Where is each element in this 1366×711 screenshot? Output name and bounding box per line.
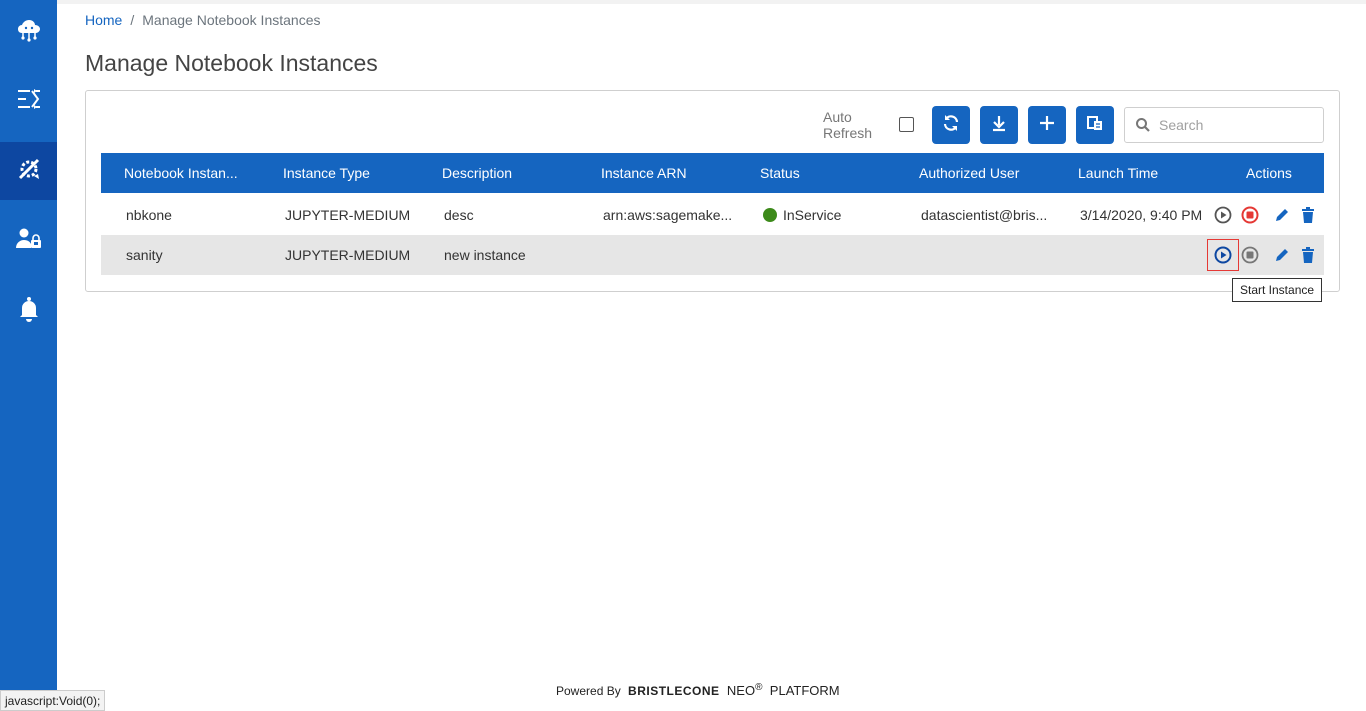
column-header-notebook-instance[interactable]: Notebook Instan...: [124, 165, 238, 181]
edit-instance-button[interactable]: [1272, 245, 1292, 265]
sidebar-item-notebooks[interactable]: [0, 142, 57, 200]
breadcrumb-current: Manage Notebook Instances: [142, 12, 321, 28]
footer-platform: PLATFORM: [769, 683, 840, 698]
user-lock-icon: [15, 226, 43, 257]
sidebar-item-cloud[interactable]: [0, 4, 57, 62]
cloud-network-icon: [15, 17, 43, 50]
cell-name: nbkone: [126, 207, 172, 223]
trash-icon: [1301, 207, 1315, 223]
auto-refresh-label-line2: Refresh: [823, 125, 873, 141]
auto-refresh-label-line1: Auto: [823, 109, 852, 125]
column-header-instance-type[interactable]: Instance Type: [283, 165, 370, 181]
cell-launch-time: 3/14/2020, 9:40 PM: [1080, 207, 1203, 223]
cell-name: sanity: [126, 247, 163, 263]
breadcrumb: Home / Manage Notebook Instances: [85, 12, 320, 28]
footer-powered-by: Powered By: [556, 684, 621, 698]
copy-button[interactable]: [1076, 106, 1114, 144]
add-icon: [1038, 114, 1056, 137]
refresh-button[interactable]: [932, 106, 970, 144]
table-row: sanity JUPYTER-MEDIUM new instance: [101, 235, 1324, 275]
auto-refresh-label: Auto Refresh: [823, 109, 872, 141]
shuffle-list-icon: [16, 87, 42, 116]
sidebar-item-notifications[interactable]: [0, 282, 57, 340]
breadcrumb-home-link[interactable]: Home: [85, 12, 122, 28]
instances-card: Auto Refresh Notebook Instan... Instance…: [85, 90, 1340, 292]
page-title: Manage Notebook Instances: [85, 50, 378, 76]
start-instance-button[interactable]: [1213, 205, 1233, 225]
cell-description: desc: [444, 207, 474, 223]
column-header-instance-arn[interactable]: Instance ARN: [601, 165, 687, 181]
cell-arn: arn:aws:sagemake...: [603, 207, 733, 223]
cell-status: InService: [763, 207, 841, 223]
download-icon: [990, 114, 1008, 137]
play-circle-icon: [1214, 206, 1232, 224]
cell-user: datascientist@bris...: [921, 207, 1048, 223]
search-input[interactable]: [1159, 117, 1309, 133]
status-dot-icon: [763, 208, 777, 222]
pencil-icon: [1274, 207, 1290, 223]
cell-type: JUPYTER-MEDIUM: [285, 247, 411, 263]
sidebar-item-pipelines[interactable]: [0, 72, 57, 130]
footer-brand-logo: BRISTLECONE: [628, 684, 720, 698]
start-instance-button[interactable]: [1207, 239, 1239, 271]
refresh-icon: [942, 114, 960, 137]
auto-refresh-checkbox[interactable]: [899, 117, 914, 132]
search-icon: [1135, 117, 1151, 133]
pencil-icon: [1274, 247, 1290, 263]
add-instance-button[interactable]: [1028, 106, 1066, 144]
edit-instance-button[interactable]: [1272, 205, 1292, 225]
stop-instance-button[interactable]: [1240, 245, 1260, 265]
sidebar: [0, 0, 57, 711]
column-header-actions: Actions: [1246, 165, 1292, 181]
column-header-authorized-user[interactable]: Authorized User: [919, 165, 1019, 181]
stop-circle-icon: [1241, 246, 1259, 264]
play-circle-icon: [1214, 246, 1232, 264]
start-instance-tooltip: Start Instance: [1232, 278, 1323, 302]
delete-instance-button[interactable]: [1298, 205, 1318, 225]
browser-status-bar: javascript:Void(0);: [0, 690, 106, 711]
download-button[interactable]: [980, 106, 1018, 144]
trash-icon: [1301, 247, 1315, 263]
breadcrumb-separator: /: [130, 12, 135, 28]
cell-description: new instance: [444, 247, 526, 263]
sidebar-item-users[interactable]: [0, 212, 57, 270]
bell-icon: [18, 296, 40, 327]
stop-circle-icon: [1241, 206, 1259, 224]
footer-registered-mark: ®: [755, 682, 763, 693]
table-header: Notebook Instan... Instance Type Descrip…: [101, 153, 1324, 193]
delete-instance-button[interactable]: [1298, 245, 1318, 265]
column-header-launch-time[interactable]: Launch Time: [1078, 165, 1158, 181]
footer-neo: NEO: [726, 683, 756, 698]
copy-icon: [1086, 114, 1104, 137]
table-row: nbkone JUPYTER-MEDIUM desc arn:aws:sagem…: [101, 195, 1324, 235]
column-header-status[interactable]: Status: [760, 165, 800, 181]
footer: Powered By BRISTLECONE NEO® PLATFORM: [556, 682, 840, 698]
cell-type: JUPYTER-MEDIUM: [285, 207, 411, 223]
stop-instance-button[interactable]: [1240, 205, 1260, 225]
search-box: [1124, 107, 1324, 143]
status-text: InService: [783, 207, 842, 223]
notebook-tools-icon: [16, 156, 42, 187]
top-border: [57, 0, 1366, 4]
column-header-description[interactable]: Description: [442, 165, 512, 181]
